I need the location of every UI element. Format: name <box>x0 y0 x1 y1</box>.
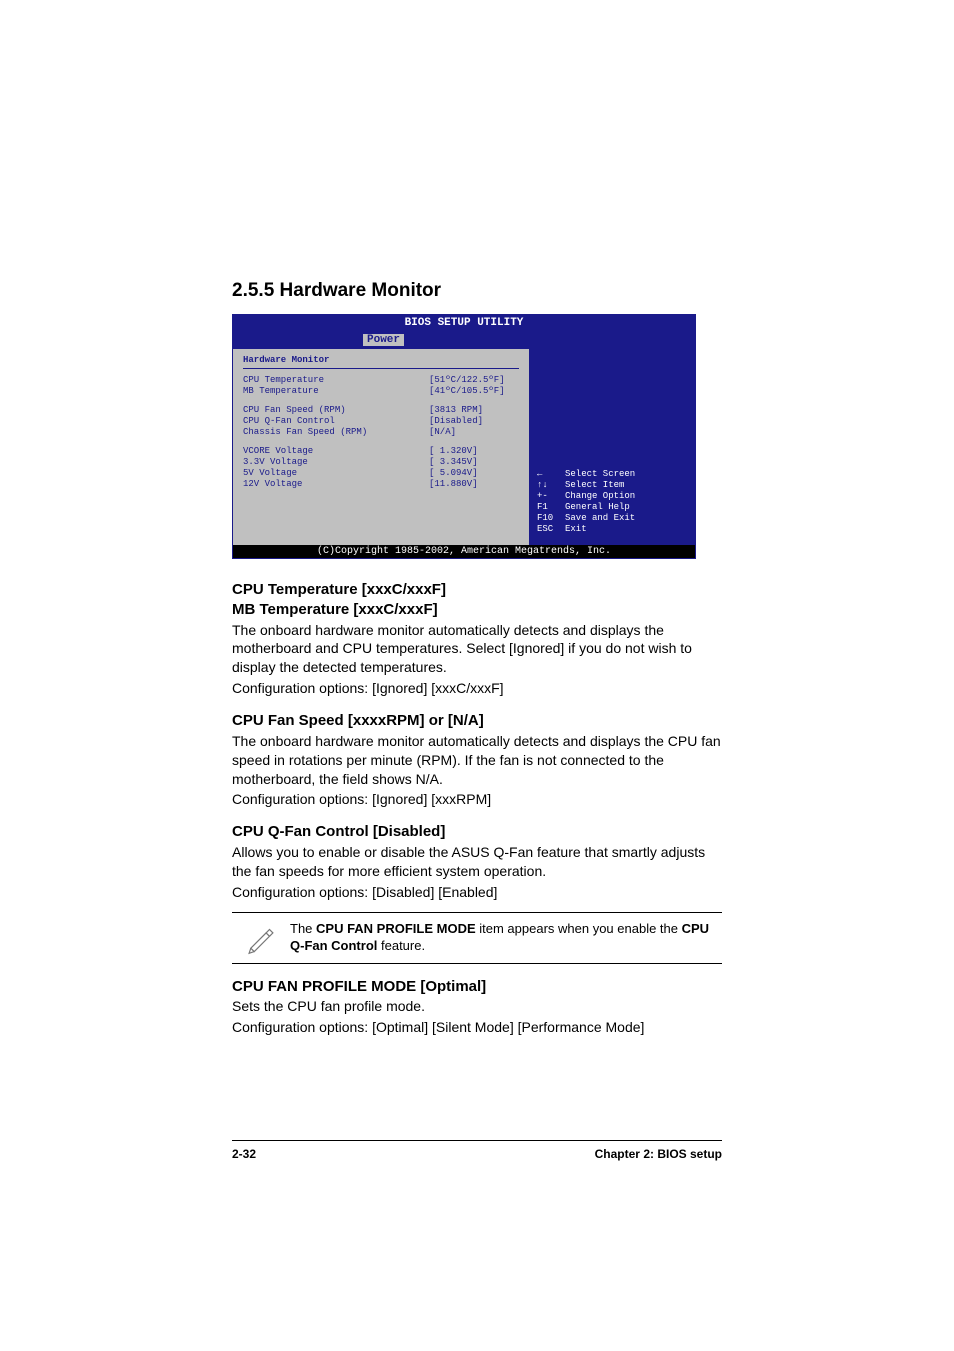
bios-item: 12V Voltage[11.880V] <box>243 479 519 490</box>
chapter-label: Chapter 2: BIOS setup <box>595 1147 722 1161</box>
bios-item: CPU Fan Speed (RPM)[3813 RPM] <box>243 405 519 416</box>
help-row: F10Save and Exit <box>537 513 687 524</box>
heading-mb-temperature: MB Temperature [xxxC/xxxF] <box>232 601 722 620</box>
bios-left-panel: Hardware Monitor CPU Temperature[51ºC/12… <box>233 349 529 545</box>
page-number: 2-32 <box>232 1147 256 1161</box>
body-text: The onboard hardware monitor automatical… <box>232 621 722 678</box>
body-text: Configuration options: [Disabled] [Enabl… <box>232 883 722 902</box>
body-text: Configuration options: [Ignored] [xxxRPM… <box>232 790 722 809</box>
body-text: The onboard hardware monitor automatical… <box>232 732 722 789</box>
bios-help-panel: ←Select Screen ↑↓Select Item +-Change Op… <box>529 349 695 545</box>
page-footer: 2-32 Chapter 2: BIOS setup <box>232 1140 722 1161</box>
help-row: +-Change Option <box>537 491 687 502</box>
page: 2.5.5 Hardware Monitor BIOS SETUP UTILIT… <box>0 0 954 1351</box>
bios-item: VCORE Voltage[ 1.320V] <box>243 446 519 457</box>
heading-cpu-qfan-control: CPU Q-Fan Control [Disabled] <box>232 823 722 842</box>
heading-cpu-fan-speed: CPU Fan Speed [xxxxRPM] or [N/A] <box>232 712 722 731</box>
bios-panel-title: Hardware Monitor <box>243 355 519 369</box>
heading-cpu-fan-profile-mode: CPU FAN PROFILE MODE [Optimal] <box>232 978 722 997</box>
body-text: Configuration options: [Ignored] [xxxC/x… <box>232 679 722 698</box>
help-row: ↑↓Select Item <box>537 480 687 491</box>
bios-item: Chassis Fan Speed (RPM)[N/A] <box>243 427 519 438</box>
bios-screenshot: BIOS SETUP UTILITY Power Hardware Monito… <box>232 314 696 559</box>
pencil-icon <box>232 919 290 957</box>
help-row: F1General Help <box>537 502 687 513</box>
bios-copyright: (C)Copyright 1985-2002, American Megatre… <box>233 545 695 558</box>
bios-item: CPU Temperature[51ºC/122.5ºF] <box>243 375 519 386</box>
body-text: Configuration options: [Optimal] [Silent… <box>232 1018 722 1037</box>
bios-item: CPU Q-Fan Control[Disabled] <box>243 416 519 427</box>
bios-item: 5V Voltage[ 5.094V] <box>243 468 519 479</box>
note-text: The CPU FAN PROFILE MODE item appears wh… <box>290 919 722 957</box>
body-text: Allows you to enable or disable the ASUS… <box>232 843 722 881</box>
bios-tab-power: Power <box>363 334 404 346</box>
bios-item: MB Temperature[41ºC/105.5ºF] <box>243 386 519 397</box>
bios-tab-row: Power <box>233 329 695 349</box>
note-box: The CPU FAN PROFILE MODE item appears wh… <box>232 912 722 964</box>
heading-cpu-temperature: CPU Temperature [xxxC/xxxF] <box>232 581 722 600</box>
bios-title: BIOS SETUP UTILITY <box>233 315 695 329</box>
body-text: Sets the CPU fan profile mode. <box>232 997 722 1016</box>
section-heading: 2.5.5 Hardware Monitor <box>232 280 722 302</box>
bios-item: 3.3V Voltage[ 3.345V] <box>243 457 519 468</box>
help-row: ←Select Screen <box>537 469 687 480</box>
help-row: ESCExit <box>537 524 687 535</box>
